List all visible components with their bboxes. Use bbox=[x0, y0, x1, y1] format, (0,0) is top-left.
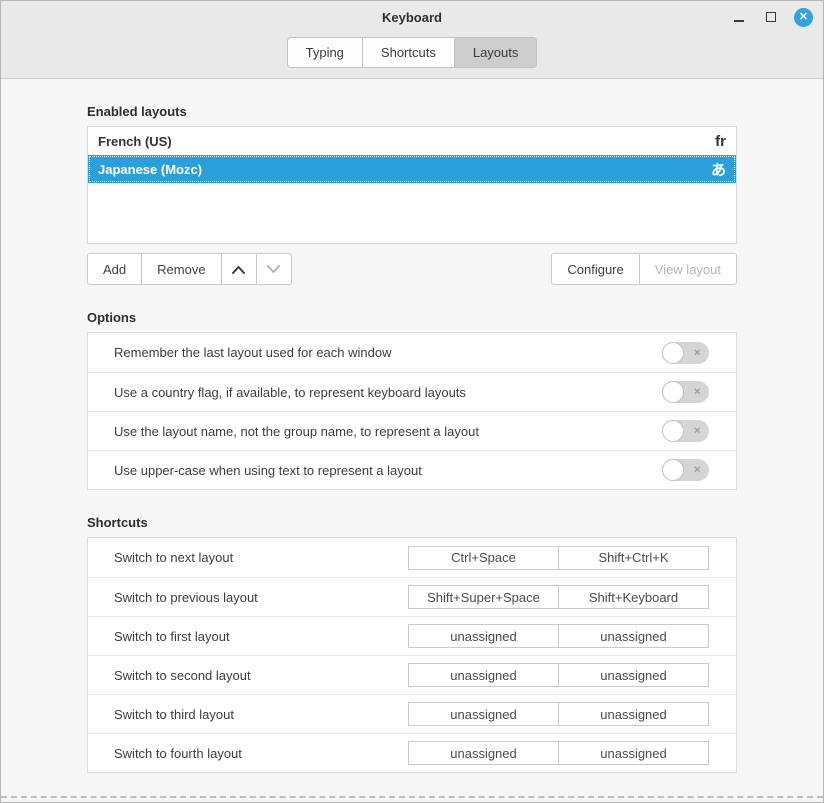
enabled-layouts-heading: Enabled layouts bbox=[87, 104, 737, 119]
toggle-off-icon: ✕ bbox=[693, 348, 701, 357]
shortcut-row-first-layout: Switch to first layout unassigned unassi… bbox=[88, 616, 736, 655]
tab-typing-label: Typing bbox=[306, 45, 344, 60]
layout-name: French (US) bbox=[98, 134, 172, 149]
close-button[interactable]: ✕ bbox=[794, 8, 813, 27]
tab-shortcuts[interactable]: Shortcuts bbox=[362, 37, 455, 68]
shortcut-binding-secondary[interactable]: unassigned bbox=[558, 741, 709, 765]
shortcut-binding-primary[interactable]: unassigned bbox=[408, 702, 559, 726]
tab-typing[interactable]: Typing bbox=[287, 37, 363, 68]
shortcut-binding-group: unassigned unassigned bbox=[408, 624, 709, 648]
shortcut-label: Switch to fourth layout bbox=[114, 746, 242, 761]
shortcut-binding-secondary[interactable]: unassigned bbox=[558, 702, 709, 726]
shortcut-binding-group: Ctrl+Space Shift+Ctrl+K bbox=[408, 546, 709, 570]
maximize-icon bbox=[766, 12, 776, 22]
maximize-button[interactable] bbox=[762, 8, 780, 26]
enabled-layouts-list: French (US) fr Japanese (Mozc) あ bbox=[87, 126, 737, 244]
shortcut-row-fourth-layout: Switch to fourth layout unassigned unass… bbox=[88, 733, 736, 772]
toggle-upper-case[interactable]: ✕ bbox=[662, 459, 709, 481]
move-layout-up-button[interactable] bbox=[221, 253, 257, 285]
shortcuts-heading: Shortcuts bbox=[87, 515, 737, 530]
remove-layout-button[interactable]: Remove bbox=[141, 253, 221, 285]
option-label: Use the layout name, not the group name,… bbox=[114, 424, 479, 439]
shortcut-binding-secondary[interactable]: unassigned bbox=[558, 624, 709, 648]
option-row-upper-case: Use upper-case when using text to repres… bbox=[88, 450, 736, 489]
window-controls: ✕ bbox=[730, 1, 813, 33]
shortcut-label: Switch to second layout bbox=[114, 668, 251, 683]
titlebar: Keyboard ✕ bbox=[1, 1, 823, 33]
shortcut-binding-group: unassigned unassigned bbox=[408, 702, 709, 726]
window-title: Keyboard bbox=[382, 10, 442, 25]
close-icon: ✕ bbox=[799, 12, 808, 23]
shortcut-binding-secondary[interactable]: Shift+Ctrl+K bbox=[558, 546, 709, 570]
tab-bar: Typing Shortcuts Layouts bbox=[1, 33, 823, 78]
layout-name: Japanese (Mozc) bbox=[98, 162, 202, 177]
shortcut-row-second-layout: Switch to second layout unassigned unass… bbox=[88, 655, 736, 694]
toggle-knob bbox=[662, 420, 684, 442]
layout-row-french[interactable]: French (US) fr bbox=[88, 127, 736, 155]
add-layout-button[interactable]: Add bbox=[87, 253, 142, 285]
toggle-knob bbox=[662, 342, 684, 364]
chevron-up-icon bbox=[231, 265, 246, 274]
minimize-icon bbox=[734, 20, 744, 22]
shortcut-binding-primary[interactable]: unassigned bbox=[408, 741, 559, 765]
toggle-knob bbox=[662, 459, 684, 481]
toggle-off-icon: ✕ bbox=[693, 466, 701, 475]
options-heading: Options bbox=[87, 310, 737, 325]
toggle-off-icon: ✕ bbox=[693, 427, 701, 436]
option-label: Use upper-case when using text to repres… bbox=[114, 463, 422, 478]
option-label: Use a country flag, if available, to rep… bbox=[114, 385, 466, 400]
move-layout-down-button[interactable] bbox=[256, 253, 292, 285]
toggle-layout-name[interactable]: ✕ bbox=[662, 420, 709, 442]
toggle-remember-layout[interactable]: ✕ bbox=[662, 342, 709, 364]
option-row-remember-layout: Remember the last layout used for each w… bbox=[88, 333, 736, 372]
toggle-off-icon: ✕ bbox=[693, 388, 701, 397]
shortcut-row-previous-layout: Switch to previous layout Shift+Super+Sp… bbox=[88, 577, 736, 616]
shortcut-row-next-layout: Switch to next layout Ctrl+Space Shift+C… bbox=[88, 538, 736, 577]
shortcut-label: Switch to previous layout bbox=[114, 590, 258, 605]
shortcut-binding-group: unassigned unassigned bbox=[408, 663, 709, 687]
shortcut-binding-primary[interactable]: Shift+Super+Space bbox=[408, 585, 559, 609]
layouts-page: Enabled layouts French (US) fr Japanese … bbox=[1, 79, 823, 802]
chevron-down-icon bbox=[266, 265, 281, 274]
shortcut-binding-primary[interactable]: unassigned bbox=[408, 663, 559, 687]
layout-indicator-ja: あ bbox=[711, 159, 726, 180]
toggle-knob bbox=[662, 381, 684, 403]
shortcut-label: Switch to first layout bbox=[114, 629, 230, 644]
shortcut-binding-group: unassigned unassigned bbox=[408, 741, 709, 765]
view-layout-button[interactable]: View layout bbox=[639, 253, 737, 285]
layout-row-japanese[interactable]: Japanese (Mozc) あ bbox=[88, 155, 736, 183]
options-panel: Remember the last layout used for each w… bbox=[87, 332, 737, 490]
layout-list-actions: Add Remove Configure View layout bbox=[87, 253, 737, 285]
shortcut-binding-primary[interactable]: Ctrl+Space bbox=[408, 546, 559, 570]
tab-layouts[interactable]: Layouts bbox=[454, 37, 538, 68]
shortcut-binding-secondary[interactable]: unassigned bbox=[558, 663, 709, 687]
tab-shortcuts-label: Shortcuts bbox=[381, 45, 436, 60]
option-row-layout-name: Use the layout name, not the group name,… bbox=[88, 411, 736, 450]
shortcut-label: Switch to next layout bbox=[114, 550, 233, 565]
shortcuts-panel: Switch to next layout Ctrl+Space Shift+C… bbox=[87, 537, 737, 773]
shortcut-row-third-layout: Switch to third layout unassigned unassi… bbox=[88, 694, 736, 733]
shortcut-binding-primary[interactable]: unassigned bbox=[408, 624, 559, 648]
option-label: Remember the last layout used for each w… bbox=[114, 345, 391, 360]
option-row-country-flag: Use a country flag, if available, to rep… bbox=[88, 372, 736, 411]
shortcut-binding-secondary[interactable]: Shift+Keyboard bbox=[558, 585, 709, 609]
shortcut-label: Switch to third layout bbox=[114, 707, 234, 722]
layout-indicator-fr: fr bbox=[715, 133, 726, 150]
keyboard-settings-window: Keyboard ✕ Typing Shortcuts Lay bbox=[0, 0, 824, 803]
toggle-country-flag[interactable]: ✕ bbox=[662, 381, 709, 403]
overscroll-indicator bbox=[1, 796, 823, 798]
tab-layouts-label: Layouts bbox=[473, 45, 519, 60]
window-header: Keyboard ✕ Typing Shortcuts Lay bbox=[1, 1, 823, 79]
minimize-button[interactable] bbox=[730, 8, 748, 26]
configure-layout-button[interactable]: Configure bbox=[551, 253, 639, 285]
shortcut-binding-group: Shift+Super+Space Shift+Keyboard bbox=[408, 585, 709, 609]
layout-view-button-group: Configure View layout bbox=[551, 253, 737, 285]
layout-edit-button-group: Add Remove bbox=[87, 253, 292, 285]
